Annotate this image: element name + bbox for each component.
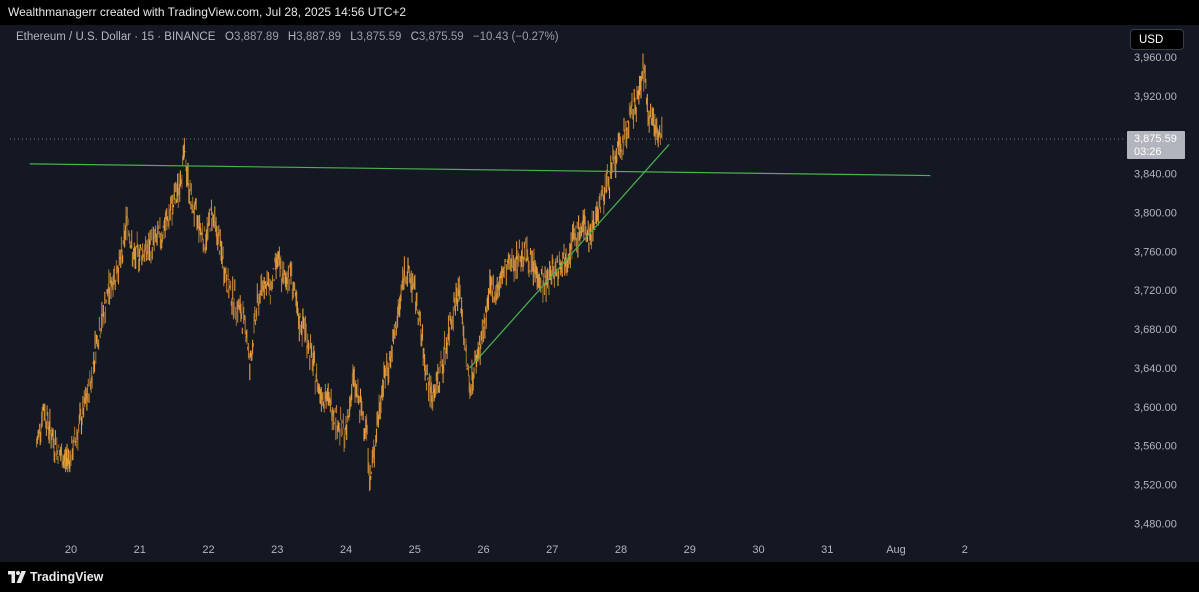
x-tick-label: 21 [134, 544, 146, 556]
legend-low: 3,875.59 [356, 31, 402, 43]
x-tick-label: 25 [409, 544, 421, 556]
y-tick-label: 3,840.00 [1134, 169, 1177, 181]
y-tick-label: 3,960.00 [1134, 52, 1177, 64]
x-tick-label: 22 [202, 544, 214, 556]
y-tick-label: 3,760.00 [1134, 246, 1177, 258]
legend-open: 3,887.89 [233, 31, 279, 43]
tradingview-icon [8, 571, 26, 583]
footer-bar: TradingView [0, 562, 1199, 592]
x-tick-label: 31 [821, 544, 833, 556]
x-tick-label: 26 [477, 544, 489, 556]
legend-close-label: C [410, 31, 419, 43]
candle-series [36, 53, 663, 492]
chart-area[interactable]: 3,960.003,920.003,880.003,840.003,800.00… [0, 25, 1199, 562]
x-tick-label: 20 [65, 544, 77, 556]
x-tick-label: 2 [962, 544, 968, 556]
x-tick-label: 27 [546, 544, 558, 556]
x-tick-label: Aug [886, 544, 906, 556]
y-tick-label: 3,600.00 [1134, 402, 1177, 414]
legend-open-label: O [225, 31, 234, 43]
price-chart[interactable]: 3,960.003,920.003,880.003,840.003,800.00… [0, 25, 1199, 562]
trendline-1 [29, 163, 931, 177]
y-tick-label: 3,920.00 [1134, 91, 1177, 103]
y-tick-label: 3,520.00 [1134, 480, 1177, 492]
legend-symbol: Ethereum / U.S. Dollar · 15 · BINANCE [16, 31, 216, 43]
legend-change: −10.43 (−0.27%) [472, 31, 559, 43]
legend-low-label: L [350, 31, 357, 43]
x-tick-label: 29 [684, 544, 696, 556]
y-tick-label: 3,720.00 [1134, 285, 1177, 297]
y-tick-label: 3,800.00 [1134, 207, 1177, 219]
y-tick-label: 3,640.00 [1134, 363, 1177, 375]
x-tick-label: 24 [340, 544, 352, 556]
legend-high-label: H [287, 31, 297, 43]
x-tick-label: 23 [271, 544, 283, 556]
trendline-2 [469, 144, 670, 369]
price-tag-price: 3,875.59 [1134, 133, 1177, 145]
y-tick-label: 3,480.00 [1134, 518, 1177, 530]
symbol-legend: Ethereum / U.S. Dollar · 15 · BINANCE O3… [16, 31, 565, 43]
y-tick-label: 3,560.00 [1134, 441, 1177, 453]
price-tag-countdown: 03:26 [1134, 146, 1162, 158]
y-tick-label: 3,680.00 [1134, 324, 1177, 336]
currency-button[interactable]: USD [1130, 29, 1184, 50]
x-tick-label: 30 [752, 544, 764, 556]
tradingview-logo-text: TradingView [30, 570, 104, 584]
x-tick-label: 28 [615, 544, 627, 556]
tradingview-logo[interactable]: TradingView [8, 570, 103, 584]
header-text: Wealthmanagerr created with TradingView.… [8, 5, 407, 19]
header-bar: Wealthmanagerr created with TradingView.… [0, 0, 1199, 25]
legend-close: 3,875.59 [418, 31, 464, 43]
legend-high: 3,887.89 [296, 31, 341, 43]
